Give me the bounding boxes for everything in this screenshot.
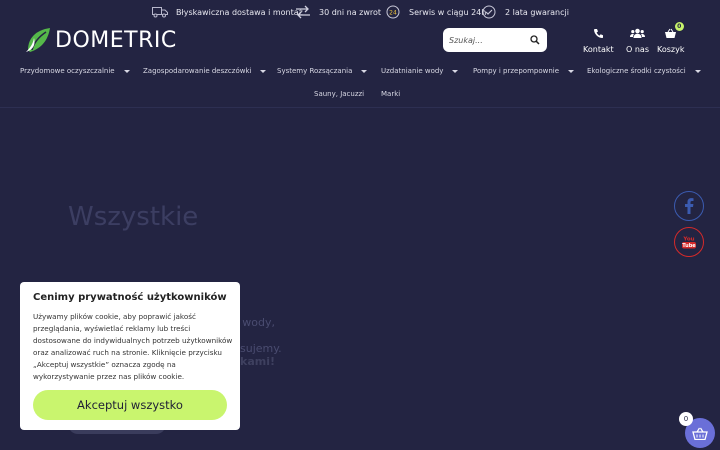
nav-item-przydomowe-oczyszczalnie[interactable]: Przydomowe oczyszczalnie: [20, 67, 130, 75]
nav-item-sauny-jacuzzi[interactable]: Sauny, Jacuzzi: [314, 90, 364, 98]
search-icon[interactable]: [527, 32, 543, 48]
return-arrows-icon: [295, 4, 311, 20]
perk-service: 24 Serwis w ciągu 24h: [385, 4, 486, 20]
svg-text:Tube: Tube: [682, 243, 696, 249]
logo-text: DOMETRIC: [55, 27, 177, 53]
svg-text:You: You: [682, 237, 694, 243]
nav-item-marki[interactable]: Marki: [381, 90, 400, 98]
site-logo[interactable]: DOMETRIC: [24, 26, 177, 54]
hero-headline: Wszystkie: [68, 202, 199, 232]
floating-cart-count: 0: [679, 412, 693, 426]
youtube-link[interactable]: You Tube: [674, 227, 704, 257]
perk-guarantee: 2 lata gwarancji: [481, 4, 569, 20]
guarantee-check-icon: [481, 4, 497, 20]
delivery-truck-icon: [152, 4, 168, 20]
accept-all-button[interactable]: Akceptuj wszystko: [33, 390, 227, 420]
nav-item-systemy-rozsaczania[interactable]: Systemy Rozsączania: [277, 67, 368, 75]
nav-item-ekologiczne-srodki-czystosci[interactable]: Ekologiczne środki czystości: [587, 67, 701, 75]
chevron-down-icon: [361, 69, 368, 73]
service-badge-icon: 24: [385, 4, 401, 20]
facebook-link[interactable]: [674, 191, 704, 221]
chevron-down-icon: [260, 69, 267, 73]
nav-item-zagospodarowanie-deszczowki[interactable]: Zagospodarowanie deszczówki: [143, 67, 267, 75]
cookie-title: Cenimy prywatność użytkowników: [33, 292, 227, 303]
users-icon: [629, 26, 645, 40]
hero-text-fragment: kami!: [240, 355, 275, 368]
svg-text:24: 24: [389, 10, 397, 17]
cookie-consent-dialog: Cenimy prywatność użytkowników Używamy p…: [20, 282, 240, 430]
search-box: [443, 28, 547, 52]
chevron-down-icon: [694, 69, 701, 73]
cart-count-badge: 0: [674, 22, 684, 31]
nav-item-uzdatnianie-wody[interactable]: Uzdatnianie wody: [381, 67, 459, 75]
cart-link[interactable]: 0 Koszyk: [657, 22, 684, 54]
youtube-icon: YouTube: [682, 237, 696, 249]
basket-icon: [692, 427, 708, 440]
contact-link[interactable]: Kontakt: [583, 26, 614, 54]
facebook-icon: [685, 198, 694, 214]
nav-item-pompy-i-przepompownie[interactable]: Pompy i przepompownie: [473, 67, 575, 75]
site-header: DOMETRIC Kontakt O nas 0 Koszyk Przydomo…: [0, 22, 720, 108]
cookie-body: Używamy plików cookie, aby poprawić jako…: [33, 312, 233, 381]
hero-text-fragment: sujemy.: [240, 342, 282, 355]
perk-return: 30 dni na zwrot: [295, 4, 381, 20]
about-link[interactable]: O nas: [626, 26, 649, 54]
basket-icon: 0: [663, 22, 684, 40]
perk-delivery: Błyskawiczna dostawa i montaż: [152, 4, 303, 20]
chevron-down-icon: [568, 69, 575, 73]
search-input[interactable]: [449, 32, 525, 48]
phone-icon: [590, 26, 606, 40]
top-perks-bar: Błyskawiczna dostawa i montaż 30 dni na …: [0, 0, 720, 24]
leaf-logo-icon: [26, 28, 50, 52]
chevron-down-icon: [452, 69, 459, 73]
chevron-down-icon: [123, 69, 130, 73]
